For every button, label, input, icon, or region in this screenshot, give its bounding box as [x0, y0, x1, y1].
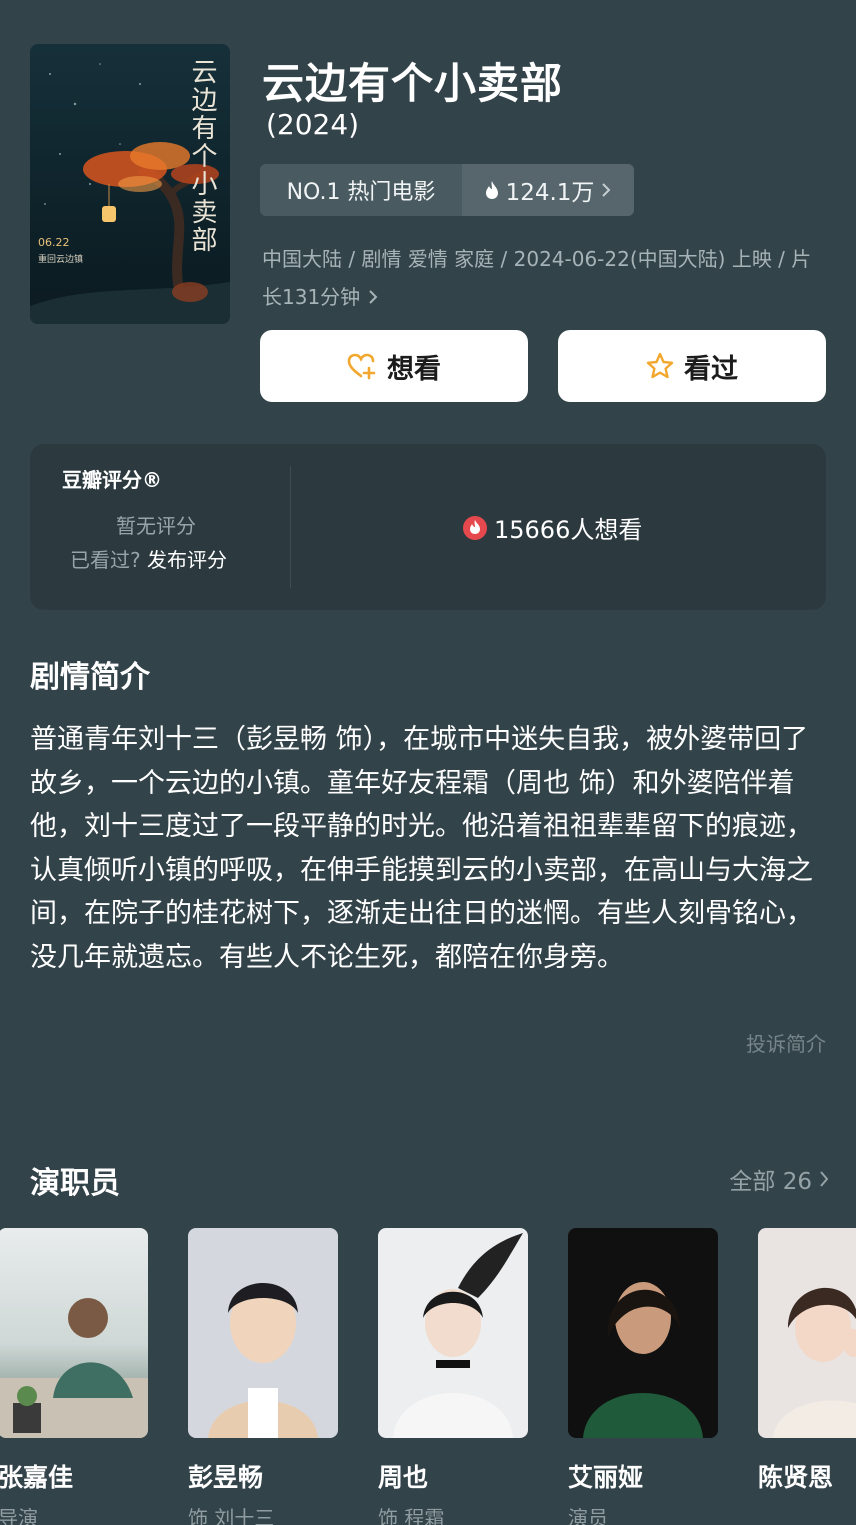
flame-icon — [463, 515, 487, 540]
cast-name: 陈贤恩 — [758, 1463, 834, 1492]
cast-photo — [188, 1228, 338, 1438]
movie-year: (2024) — [266, 108, 360, 141]
cast-name: 周也 — [378, 1463, 429, 1492]
cast-role: 饰 程霜 — [378, 1506, 445, 1525]
cast-name: 彭昱畅 — [188, 1463, 264, 1492]
movie-meta[interactable]: 中国大陆 / 剧情 爱情 家庭 / 2024-06-22(中国大陆) 上映 / … — [262, 240, 818, 316]
chevron-right-icon — [368, 290, 377, 304]
all-cast-label: 全部 26 — [729, 1169, 812, 1195]
synopsis-text: 普通青年刘十三（彭昱畅 饰），在城市中迷失自我，被外婆带回了故乡，一个云边的小镇… — [30, 724, 813, 973]
wish-count-text: 15666人想看 — [494, 516, 643, 544]
rating-card: 豆瓣评分® 暂无评分 已看过? 发布评分 15666人想看 — [30, 444, 826, 610]
poster-date: 06.22 — [38, 236, 70, 249]
cast-list[interactable]: 张嘉佳 导演 彭昱畅 饰 刘十三 周也 饰 程霜 艾丽娅 演员 陈贤恩 — [0, 1228, 856, 1525]
cast-photo — [758, 1228, 856, 1438]
person-photo — [773, 1288, 856, 1438]
cast-member[interactable]: 陈贤恩 — [758, 1228, 856, 1502]
wish-count: 15666人想看 — [462, 510, 642, 545]
person-photo — [0, 1298, 148, 1438]
movie-title: 云边有个小卖部 — [262, 59, 564, 108]
cast-member[interactable]: 艾丽娅 演员 — [568, 1228, 718, 1525]
poster-title: 云边有个小卖部 — [187, 58, 217, 254]
cast-name: 艾丽娅 — [568, 1463, 644, 1492]
cast-role: 导演 — [0, 1506, 38, 1525]
seen-question: 已看过? — [70, 548, 141, 572]
cast-member[interactable]: 张嘉佳 导演 — [0, 1228, 148, 1525]
heat-value: 124.1万 — [505, 180, 595, 206]
movie-poster[interactable]: 云边有个小卖部 06.22 重回云边镇 — [30, 44, 230, 324]
cast-name: 张嘉佳 — [0, 1463, 74, 1492]
want-to-watch-button[interactable]: 想看 — [260, 330, 528, 402]
want-label: 想看 — [387, 353, 441, 385]
person-photo — [208, 1283, 318, 1438]
person-photo — [393, 1233, 523, 1438]
rank-badge[interactable]: NO.1 热门电影 124.1万 — [260, 164, 634, 216]
seen-label: 看过 — [684, 353, 738, 385]
meta-text: 中国大陆 / 剧情 爱情 家庭 / 2024-06-22(中国大陆) 上映 / … — [262, 247, 812, 309]
cast-role: 演员 — [568, 1506, 608, 1525]
heart-plus-icon — [347, 353, 376, 380]
rank-label: NO.1 热门电影 — [260, 164, 462, 216]
chevron-right-icon — [820, 1171, 829, 1187]
cast-photo — [568, 1228, 718, 1438]
cast-photo — [0, 1228, 148, 1438]
flame-icon — [485, 181, 498, 199]
person-photo — [583, 1282, 703, 1438]
douban-rating-label: 豆瓣评分® — [62, 468, 162, 492]
poster-subtitle: 重回云边镇 — [38, 255, 84, 265]
all-cast-link[interactable]: 全部 26 — [729, 1162, 830, 1196]
watched-button[interactable]: 看过 — [558, 330, 826, 402]
publish-rating-row: 已看过? 发布评分 — [70, 544, 227, 573]
divider — [290, 466, 291, 588]
synopsis-heading: 剧情简介 — [30, 660, 150, 695]
star-icon — [646, 352, 674, 379]
cast-photo — [378, 1228, 528, 1438]
no-rating-text: 暂无评分 — [116, 514, 196, 538]
cast-role: 饰 刘十三 — [188, 1506, 275, 1525]
cast-member[interactable]: 周也 饰 程霜 — [378, 1228, 528, 1525]
publish-rating-link[interactable]: 发布评分 — [147, 548, 227, 572]
cast-member[interactable]: 彭昱畅 饰 刘十三 — [188, 1228, 338, 1525]
report-synopsis-link[interactable]: 投诉简介 — [746, 1028, 826, 1057]
chevron-right-icon — [602, 183, 611, 197]
heat-counter[interactable]: 124.1万 — [462, 164, 634, 216]
cast-heading: 演职员 — [30, 1166, 120, 1201]
